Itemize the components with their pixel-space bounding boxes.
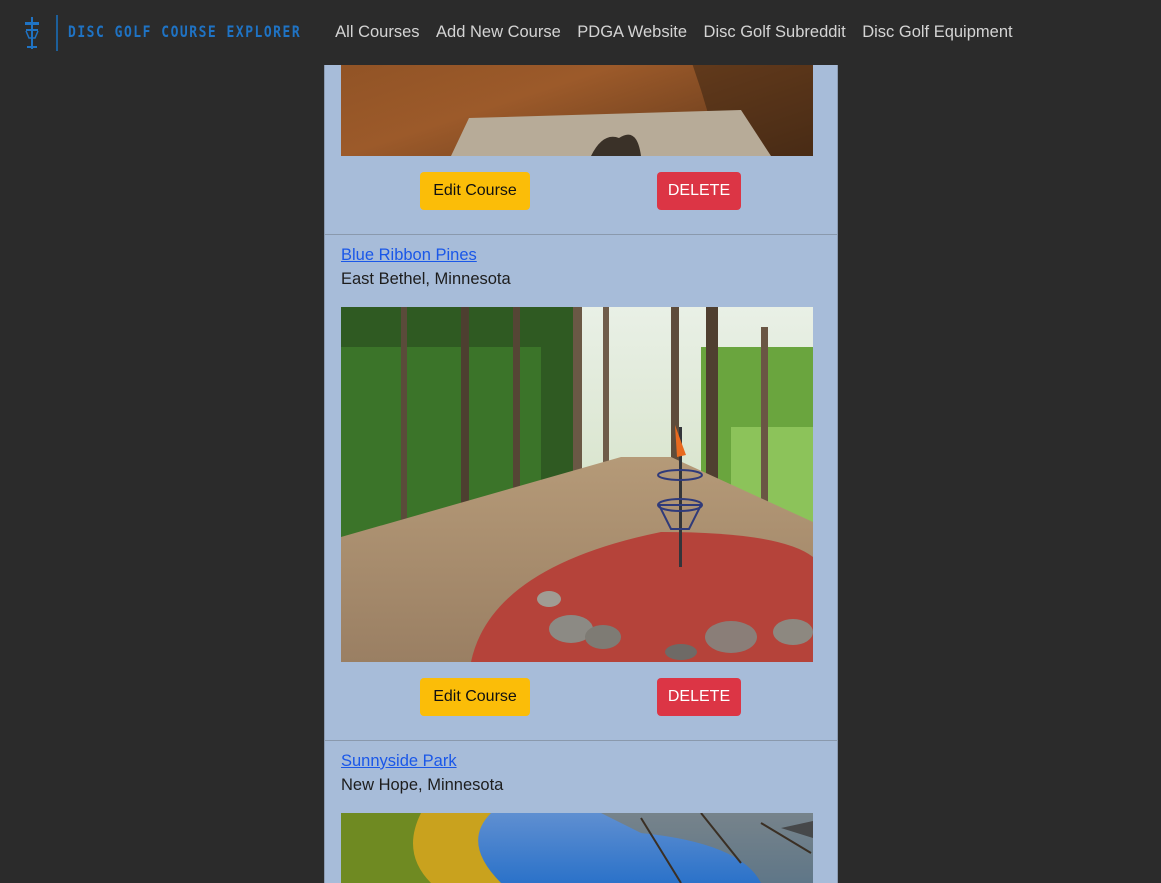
- nav-link-pdga-website[interactable]: PDGA Website: [577, 23, 687, 42]
- nav-link-all-courses[interactable]: All Courses: [335, 23, 419, 42]
- course-name-link[interactable]: Sunnyside Park: [341, 752, 457, 771]
- card-divider: [325, 234, 837, 235]
- card-divider: [325, 740, 837, 741]
- delete-course-button[interactable]: DELETE: [657, 678, 741, 716]
- course-list: Edit Course DELETE Blue Ribbon Pines Eas…: [324, 0, 838, 883]
- course-photo: [341, 813, 813, 883]
- brand-separator: [56, 14, 58, 51]
- delete-course-button[interactable]: DELETE: [657, 172, 741, 210]
- disc-golf-basket-icon: [22, 16, 42, 50]
- course-photo: [341, 307, 813, 662]
- nav-link-disc-golf-equipment[interactable]: Disc Golf Equipment: [862, 23, 1012, 42]
- nav-link-add-new-course[interactable]: Add New Course: [436, 23, 561, 42]
- edit-course-button[interactable]: Edit Course: [420, 678, 530, 716]
- brand[interactable]: DISC GOLF COURSE EXPLORER: [22, 13, 301, 53]
- brand-title: DISC GOLF COURSE EXPLORER: [68, 23, 302, 42]
- navbar: DISC GOLF COURSE EXPLORER All Courses Ad…: [0, 0, 1161, 65]
- course-location: East Bethel, Minnesota: [341, 270, 511, 288]
- course-name-link[interactable]: Blue Ribbon Pines: [341, 246, 477, 265]
- nav-link-disc-golf-subreddit[interactable]: Disc Golf Subreddit: [704, 23, 846, 42]
- nav-links: All Courses Add New Course PDGA Website …: [335, 23, 1029, 42]
- edit-course-button[interactable]: Edit Course: [420, 172, 530, 210]
- course-location: New Hope, Minnesota: [341, 776, 504, 794]
